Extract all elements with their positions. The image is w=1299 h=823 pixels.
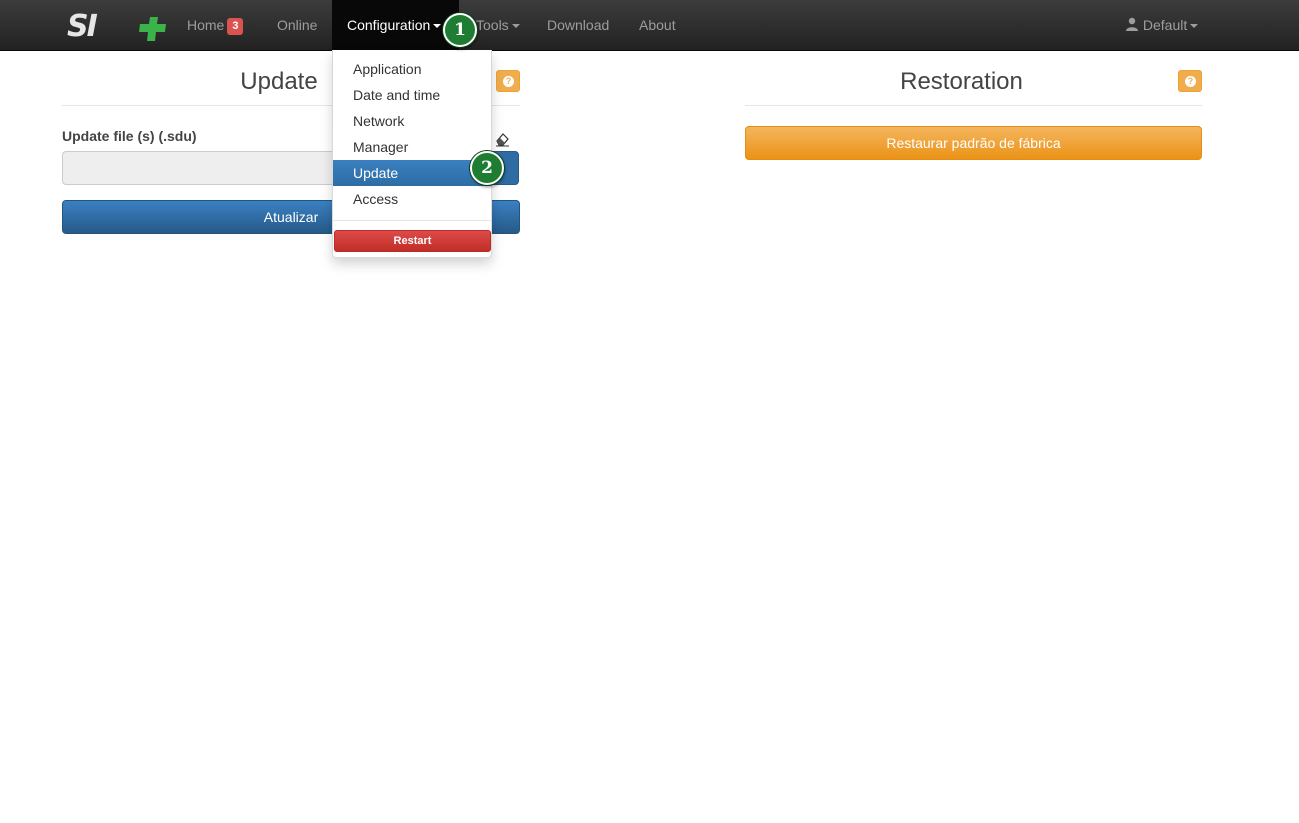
- nav-about[interactable]: About: [639, 0, 676, 50]
- nav-home-label: Home: [187, 17, 225, 33]
- menu-item-access[interactable]: Access: [333, 186, 491, 212]
- user-icon: [1126, 17, 1138, 31]
- menu-item-update[interactable]: Update: [333, 160, 491, 186]
- chevron-down-icon: [511, 24, 520, 29]
- brand-logo[interactable]: SI: [66, 9, 170, 45]
- nav-tools[interactable]: Tools: [476, 0, 520, 50]
- menu-item-network[interactable]: Network: [333, 108, 491, 134]
- home-notification-badge: 3: [227, 18, 244, 35]
- nav-online[interactable]: Online: [277, 0, 317, 50]
- menu-divider: [333, 220, 491, 221]
- chevron-down-icon: [1190, 24, 1199, 29]
- configuration-dropdown-menu: Application Date and time Network Manage…: [332, 50, 492, 258]
- menu-item-manager[interactable]: Manager: [333, 134, 491, 160]
- factory-reset-button[interactable]: Restaurar padrão de fábrica: [745, 126, 1202, 160]
- restoration-help-button[interactable]: ?: [1178, 70, 1202, 92]
- eraser-icon[interactable]: [494, 131, 510, 147]
- user-name: Default: [1142, 17, 1188, 33]
- restoration-panel-title: Restoration: [900, 68, 1023, 95]
- menu-item-date-and-time[interactable]: Date and time: [333, 82, 491, 108]
- nav-download[interactable]: Download: [547, 0, 609, 50]
- update-help-button[interactable]: ?: [496, 70, 520, 92]
- nav-configuration-label: Configuration: [347, 17, 431, 33]
- help-icon: ?: [503, 76, 514, 87]
- chevron-down-icon: [433, 24, 442, 29]
- menu-item-application[interactable]: Application: [333, 56, 491, 82]
- step-marker-1: 1: [443, 13, 477, 47]
- nav-tools-label: Tools: [476, 17, 509, 33]
- restoration-panel-divider: [745, 105, 1202, 106]
- nav-home[interactable]: Home 3: [187, 0, 244, 50]
- nav-user-menu[interactable]: Default: [1125, 0, 1199, 50]
- top-navbar: SI Home 3 Online Configuration Tools Down…: [0, 0, 1299, 51]
- help-icon: ?: [1185, 76, 1196, 87]
- step-marker-2: 2: [470, 151, 504, 185]
- update-file-input[interactable]: [62, 151, 342, 185]
- svg-text:SI: SI: [67, 9, 98, 44]
- restart-button[interactable]: Restart: [334, 230, 491, 252]
- nav-configuration[interactable]: Configuration: [332, 0, 459, 50]
- update-file-label: Update file (s) (.sdu): [62, 128, 197, 144]
